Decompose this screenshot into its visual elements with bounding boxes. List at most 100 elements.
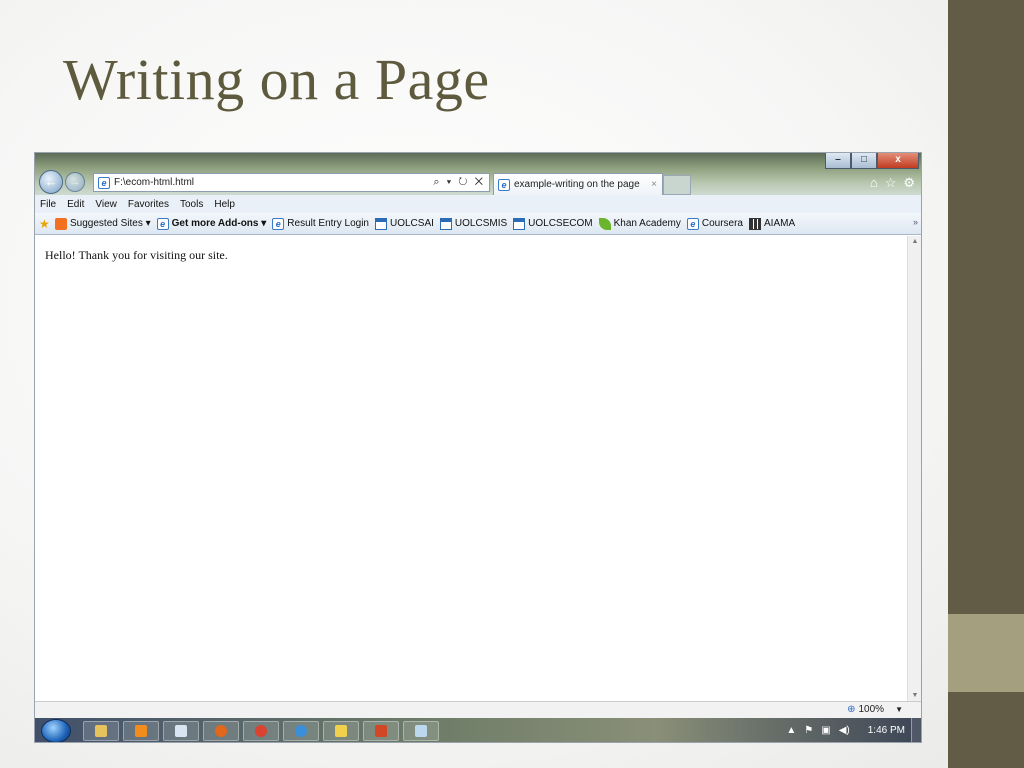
ie-tab-icon: e [498, 178, 510, 191]
menu-edit[interactable]: Edit [67, 199, 84, 210]
network-icon[interactable]: ▣ [821, 725, 830, 736]
fav-result-entry-login[interactable]: e Result Entry Login [272, 217, 369, 230]
suggested-sites-icon [55, 217, 67, 230]
menu-bar: File Edit View Favorites Tools Help [35, 195, 921, 213]
fav-label: UOLCSECOM [528, 218, 593, 229]
taskbar-media-player[interactable] [123, 720, 159, 741]
zoom-level: 100% [858, 704, 885, 715]
ie-icon [295, 724, 307, 737]
fav-label: UOLCSMIS [454, 218, 508, 229]
action-center-flag-icon[interactable]: ⚑ [804, 725, 813, 736]
back-button[interactable]: ← [39, 170, 63, 194]
zoom-control[interactable]: ⊕ 100% ▼ [847, 704, 903, 715]
ie-icon: e [272, 217, 285, 230]
address-tools-icons[interactable]: ⌕ ▾ ↻ ✕ [433, 176, 485, 189]
folder-icon [95, 724, 107, 737]
vertical-scrollbar[interactable]: ▲ ▼ [907, 236, 921, 701]
fav-uolcsai[interactable]: UOLCSAI [375, 217, 434, 230]
menu-help[interactable]: Help [214, 199, 235, 210]
taskbar-explorer[interactable] [83, 720, 119, 741]
minimize-button[interactable]: – [825, 153, 851, 169]
arrow-right-icon: → [69, 176, 81, 188]
arrow-left-icon: ← [44, 174, 58, 189]
start-button[interactable] [41, 718, 71, 742]
decorative-right-bar-accent [948, 614, 1024, 692]
media-player-icon [135, 724, 147, 737]
taskbar-document[interactable] [163, 720, 199, 741]
maximize-button[interactable]: □ [851, 153, 877, 169]
toolbar-right-icons: ⌂ ☆ ⚙ [870, 175, 915, 191]
fav-label: Suggested Sites ▾ [70, 218, 151, 229]
status-bar: ⊕ 100% ▼ [35, 701, 921, 718]
tab-active[interactable]: e example-writing on the page × [493, 173, 663, 195]
chevron-more-icon[interactable]: » [913, 217, 918, 227]
taskbar-paint[interactable] [323, 720, 359, 741]
page-text: Hello! Thank you for visiting our site. [45, 248, 228, 262]
menu-tools[interactable]: Tools [180, 199, 203, 210]
fav-uolcsmis[interactable]: UOLCSMIS [439, 217, 508, 230]
home-icon[interactable]: ⌂ [870, 175, 878, 191]
clock[interactable]: 1:46 PM [868, 725, 905, 736]
address-text[interactable]: F:\ecom-html.html [114, 177, 433, 188]
tab-title: example-writing on the page [514, 179, 640, 190]
fav-coursera[interactable]: e Coursera [686, 217, 743, 230]
ie-page-icon: e [98, 176, 110, 189]
tab-close-icon[interactable]: × [651, 179, 657, 190]
taskbar-chrome[interactable] [243, 720, 279, 741]
ie-icon: e [686, 217, 699, 230]
fav-label: Get more Add-ons ▾ [171, 218, 267, 229]
forward-button[interactable]: → [65, 172, 85, 192]
taskbar-notepad[interactable] [403, 720, 439, 741]
leaf-icon [598, 217, 611, 230]
fav-label: Result Entry Login [287, 218, 369, 229]
window-controls: – □ x [825, 153, 919, 169]
zoom-icon: ⊕ [847, 704, 856, 715]
paint-icon [335, 724, 347, 737]
new-tab-button[interactable] [663, 175, 691, 195]
window-icon [513, 217, 526, 230]
browser-titlebar: – □ x ← → e F:\ecom-html.html ⌕ ▾ ↻ ✕ e … [35, 153, 921, 195]
window-icon [375, 217, 387, 230]
window-icon [439, 217, 452, 230]
page-content: Hello! Thank you for visiting our site. [35, 236, 907, 701]
fav-uolcsecom[interactable]: UOLCSECOM [513, 217, 593, 230]
fav-aiama[interactable]: AIAMA [749, 217, 796, 230]
windows-taskbar: ▲ ⚑ ▣ ◀) 1:46 PM [35, 718, 921, 742]
favorites-bar: ★ Suggested Sites ▾ e Get more Add-ons ▾… [35, 213, 921, 235]
taskbar-internet-explorer[interactable] [283, 720, 319, 741]
scroll-up-icon[interactable]: ▲ [908, 238, 921, 245]
fav-label: UOLCSAI [390, 218, 434, 229]
favorites-star-icon[interactable]: ☆ [885, 175, 897, 191]
firefox-icon [215, 724, 227, 737]
system-tray: ▲ ⚑ ▣ ◀) 1:46 PM [786, 718, 905, 742]
close-button[interactable]: x [877, 153, 919, 169]
menu-favorites[interactable]: Favorites [128, 199, 169, 210]
address-bar[interactable]: e F:\ecom-html.html ⌕ ▾ ↻ ✕ [93, 173, 490, 192]
taskbar-powerpoint[interactable] [363, 720, 399, 741]
fav-suggested-sites[interactable]: Suggested Sites ▾ [55, 217, 151, 230]
fav-get-more-addons[interactable]: e Get more Add-ons ▾ [156, 217, 267, 230]
fav-label: AIAMA [764, 218, 796, 229]
notepad-icon [415, 724, 427, 737]
scroll-down-icon[interactable]: ▼ [908, 692, 921, 699]
favorites-star-icon[interactable]: ★ [39, 218, 51, 230]
grid-icon [749, 217, 761, 230]
gear-icon[interactable]: ⚙ [903, 175, 915, 191]
chevron-down-icon[interactable]: ▼ [895, 705, 903, 714]
chrome-icon [255, 724, 267, 737]
menu-view[interactable]: View [95, 199, 117, 210]
taskbar-items [83, 720, 439, 741]
fav-khan-academy[interactable]: Khan Academy [598, 217, 681, 230]
ie-icon: e [156, 217, 169, 230]
slide-title: Writing on a Page [63, 47, 490, 112]
taskbar-firefox[interactable] [203, 720, 239, 741]
tray-expand-icon[interactable]: ▲ [786, 725, 796, 736]
menu-file[interactable]: File [40, 199, 56, 210]
fav-label: Coursera [701, 218, 743, 229]
fav-label: Khan Academy [613, 218, 681, 229]
volume-icon[interactable]: ◀) [839, 725, 850, 736]
powerpoint-icon [375, 724, 387, 737]
browser-screenshot: – □ x ← → e F:\ecom-html.html ⌕ ▾ ↻ ✕ e … [34, 152, 922, 743]
document-icon [175, 724, 187, 737]
show-desktop-button[interactable] [911, 718, 921, 742]
